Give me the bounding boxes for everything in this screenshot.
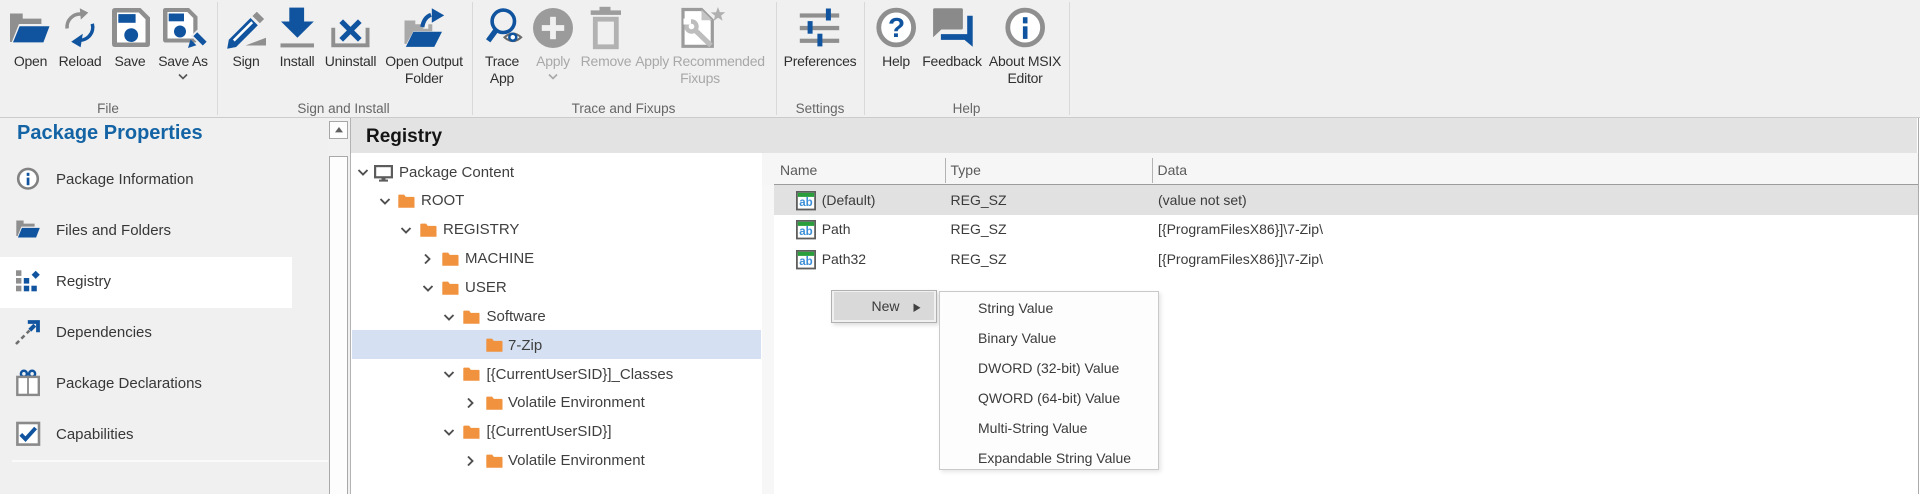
svg-text:?: ? [888,12,905,43]
svg-text:ab: ab [799,255,812,267]
svg-text:ab: ab [799,226,812,238]
svg-text:ab: ab [799,196,812,208]
